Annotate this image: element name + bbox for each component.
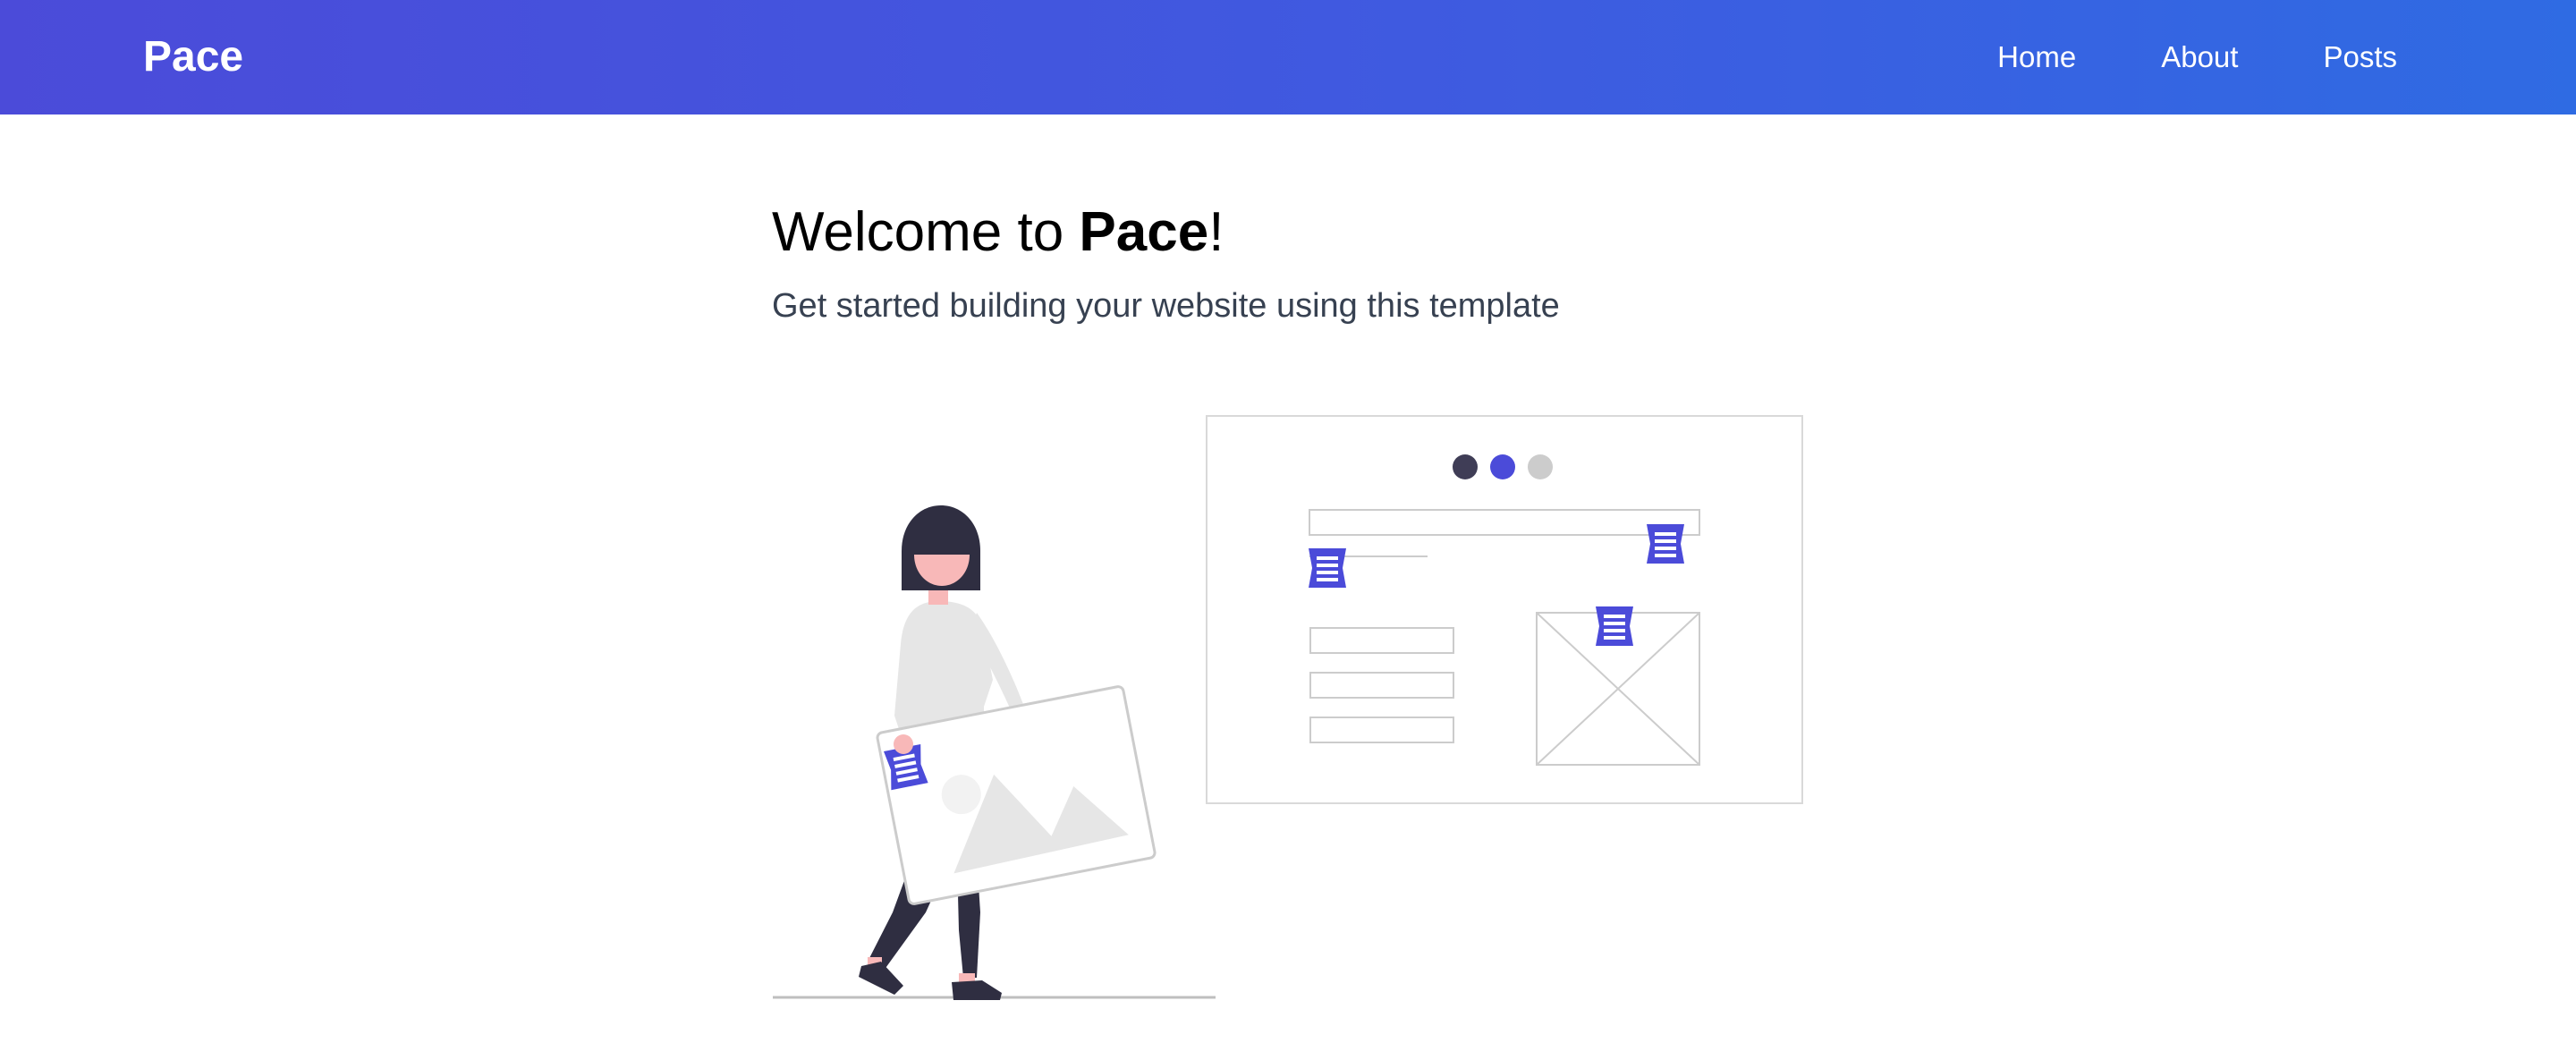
document-icon xyxy=(1647,524,1684,564)
navbar: Pace Home About Posts xyxy=(0,0,2576,114)
title-brand: Pace xyxy=(1079,201,1209,263)
wireframe-search-bar xyxy=(1309,509,1700,536)
document-icon xyxy=(1309,548,1346,588)
website-template-illustration xyxy=(773,415,1803,1000)
nav-link-posts[interactable]: Posts xyxy=(2323,38,2397,77)
wireframe-line-1 xyxy=(1309,627,1454,654)
brand-logo[interactable]: Pace xyxy=(143,32,243,82)
window-dot-light xyxy=(1528,454,1553,479)
window-dot-accent xyxy=(1490,454,1515,479)
title-suffix: ! xyxy=(1208,201,1224,263)
wireframe-line-2 xyxy=(1309,672,1454,699)
title-prefix: Welcome to xyxy=(772,201,1080,263)
page-subtitle: Get started building your website using … xyxy=(772,287,1560,325)
page-title: Welcome to Pace! xyxy=(772,200,1845,265)
nav-links: Home About Posts xyxy=(1912,38,2397,77)
nav-link-about[interactable]: About xyxy=(2161,38,2238,77)
document-icon xyxy=(1596,606,1633,646)
nav-link-home[interactable]: Home xyxy=(1997,38,2076,77)
hero-section: Welcome to Pace! Get started building yo… xyxy=(772,200,1845,327)
wireframe-line-3 xyxy=(1309,717,1454,743)
window-dot-dark xyxy=(1453,454,1478,479)
wireframe-window xyxy=(1206,415,1803,804)
